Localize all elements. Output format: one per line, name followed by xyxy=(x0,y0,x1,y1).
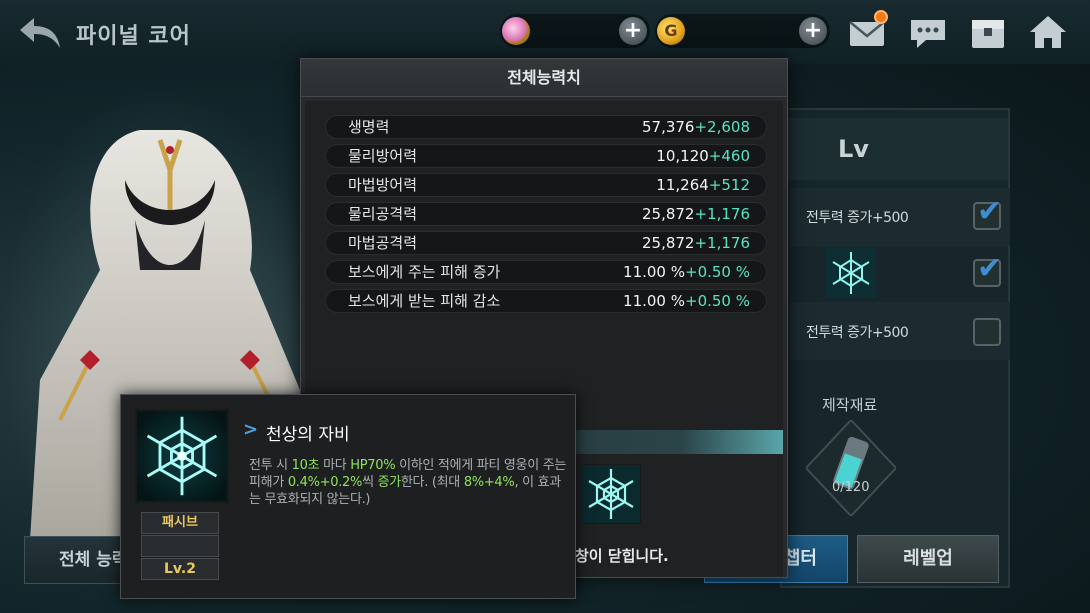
snowflake-emblem-icon xyxy=(581,464,641,524)
stat-row: 마법방어력 11,264+512 xyxy=(325,173,767,197)
highlight-text: HP70% xyxy=(350,458,396,473)
skill-level-badge: Lv.2 xyxy=(141,558,219,580)
level-label: Lv xyxy=(838,135,869,163)
option-checkbox[interactable] xyxy=(973,318,1001,346)
gem-currency-icon xyxy=(502,17,530,45)
stat-value: 25,872+1,176 xyxy=(641,234,750,252)
level-header xyxy=(788,118,1008,180)
levelup-button[interactable]: 레벨업 xyxy=(857,535,999,583)
potion-material-icon[interactable] xyxy=(806,420,896,516)
snowflake-emblem-icon xyxy=(826,248,876,298)
description-text: 마다 xyxy=(319,458,351,473)
skill-name: 천상의 자비 xyxy=(266,425,350,445)
gold-currency: G + xyxy=(655,14,830,48)
material-count: 0/120 xyxy=(832,480,870,495)
stat-name: 마법공격력 xyxy=(348,234,418,252)
check-icon: ✔ xyxy=(977,251,1003,286)
popup-title: 전체능력치 xyxy=(301,59,787,97)
highlight-text: +4% xyxy=(483,475,515,490)
mail-button[interactable] xyxy=(846,10,890,52)
description-text: 씩 xyxy=(362,475,378,490)
chat-icon xyxy=(911,20,945,48)
gold-currency-icon: G xyxy=(657,17,685,45)
option-label: 전투력 증가+500 xyxy=(806,325,909,341)
stat-value: 25,872+1,176 xyxy=(641,205,750,223)
stat-value: 11.00 %+0.50 % xyxy=(623,292,750,310)
stat-value: 10,120+460 xyxy=(656,147,750,165)
stat-value: 57,376+2,608 xyxy=(641,118,750,136)
highlight-text: 8% xyxy=(463,475,484,490)
home-icon xyxy=(1030,16,1066,48)
check-icon: ✔ xyxy=(977,194,1003,229)
add-gold-button[interactable]: + xyxy=(799,17,827,45)
stat-row: 보스에게 주는 피해 증가 11.00 %+0.50 % xyxy=(325,260,767,284)
stat-name: 물리공격력 xyxy=(348,205,418,223)
highlight-text: 0.4% xyxy=(287,475,320,490)
option-checkbox[interactable]: ✔ xyxy=(973,194,1002,230)
stat-row: 물리공격력 25,872+1,176 xyxy=(325,202,767,226)
snowflake-emblem-icon xyxy=(135,409,229,503)
stat-row: 생명력 57,376+2,608 xyxy=(325,115,767,139)
stat-name: 물리방어력 xyxy=(348,147,418,165)
stat-row: 마법공격력 25,872+1,176 xyxy=(325,231,767,255)
notification-dot xyxy=(874,10,888,24)
stat-name: 보스에게 주는 피해 증가 xyxy=(348,263,501,281)
inventory-button[interactable] xyxy=(966,12,1010,52)
description-text: 전투 시 xyxy=(249,458,292,473)
skill-empty-slot xyxy=(141,535,219,557)
option-label: 전투력 증가+500 xyxy=(806,210,909,226)
gem-currency: + xyxy=(500,14,650,48)
skill-tooltip: 패시브 Lv.2 > 천상의 자비 전투 시 10초 마다 HP70% 이하인 … xyxy=(120,394,576,599)
stat-row: 보스에게 받는 피해 감소 11.00 %+0.50 % xyxy=(325,289,767,313)
stat-value: 11,264+512 xyxy=(656,176,750,194)
skill-type-badge: 패시브 xyxy=(141,512,219,534)
stat-value: 11.00 %+0.50 % xyxy=(623,263,750,281)
highlight-text: +0.2% xyxy=(319,475,363,490)
option-checkbox[interactable]: ✔ xyxy=(973,251,1002,287)
highlight-text: 10초 xyxy=(291,458,320,473)
back-arrow-icon[interactable] xyxy=(16,12,64,52)
page-title: 파이널 코어 xyxy=(76,24,191,49)
chat-button[interactable] xyxy=(906,12,950,52)
highlight-text: 증가 xyxy=(377,475,402,490)
stat-name: 생명력 xyxy=(348,118,390,136)
stat-name: 보스에게 받는 피해 감소 xyxy=(348,292,501,310)
inventory-icon xyxy=(972,20,1004,48)
description-text: 한다. (최대 xyxy=(400,475,464,490)
stat-name: 마법방어력 xyxy=(348,176,418,194)
skill-description: 전투 시 10초 마다 HP70% 이하인 적에게 파티 영웅이 주는 피해가 … xyxy=(249,457,567,508)
stat-row: 물리방어력 10,120+460 xyxy=(325,144,767,168)
material-title: 제작재료 xyxy=(822,396,878,414)
home-button[interactable] xyxy=(1026,12,1070,52)
add-gem-button[interactable]: + xyxy=(619,17,647,45)
chevron-right-icon: > xyxy=(243,419,259,440)
close-message: 창이 닫힙니다. xyxy=(575,547,669,565)
